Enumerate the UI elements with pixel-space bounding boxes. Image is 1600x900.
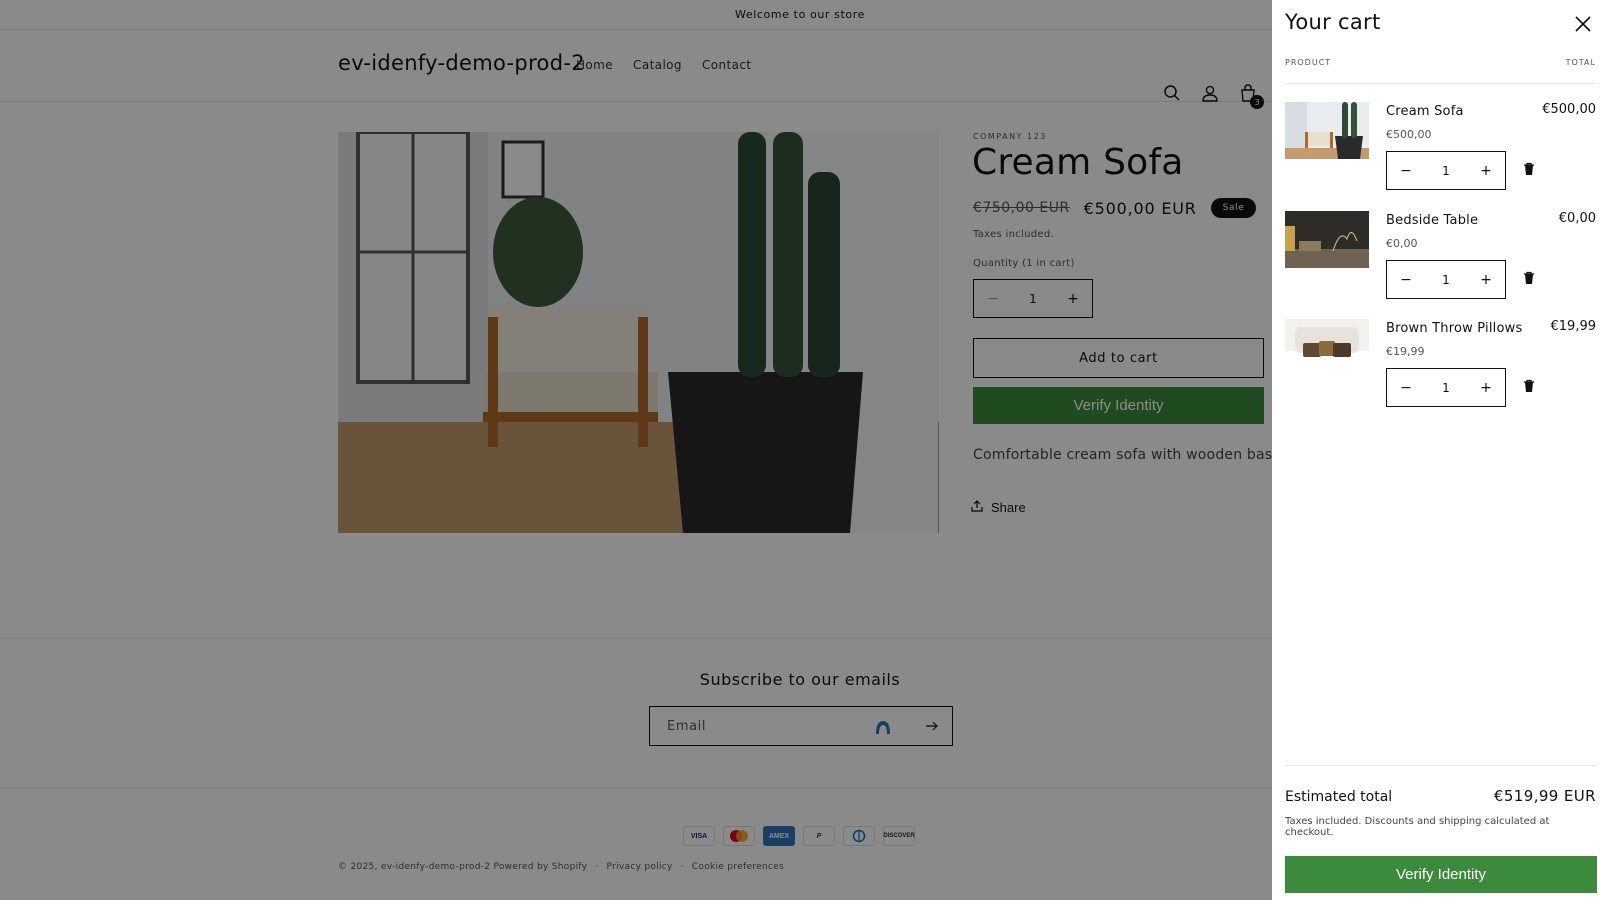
quantity-input[interactable]: 1 [1442, 381, 1450, 395]
cart-item-image[interactable] [1285, 102, 1369, 159]
cart-drawer: Your cart PRODUCT TOTAL Cream Sofa €500,… [1272, 0, 1600, 900]
close-icon[interactable] [1574, 15, 1592, 33]
cart-item-image[interactable] [1285, 319, 1369, 376]
cart-title: Your cart [1285, 10, 1381, 34]
cart-item-total: €0,00 [1558, 211, 1596, 226]
quantity-stepper: − 1 + [1386, 260, 1506, 299]
quantity-input[interactable]: 1 [1442, 273, 1450, 287]
column-total: TOTAL [1565, 58, 1596, 67]
cart-item-name[interactable]: Bedside Table [1386, 213, 1478, 228]
trash-icon[interactable] [1522, 161, 1536, 175]
trash-icon[interactable] [1522, 378, 1536, 392]
estimated-total-label: Estimated total [1285, 789, 1393, 805]
cart-item-price: €0,00 [1386, 237, 1418, 250]
checkout-note: Taxes included. Discounts and shipping c… [1285, 816, 1550, 838]
cart-item-price: €500,00 [1386, 128, 1432, 141]
cart-item-total: €19,99 [1550, 319, 1597, 334]
cart-item-image[interactable] [1285, 211, 1369, 268]
quantity-input[interactable]: 1 [1442, 164, 1450, 178]
minus-icon[interactable]: − [1387, 152, 1425, 189]
drawer-overlay[interactable] [0, 0, 1272, 900]
divider [1285, 765, 1597, 766]
cart-item: Cream Sofa €500,00 €500,00 − 1 + [1272, 102, 1600, 202]
plus-icon[interactable]: + [1467, 152, 1505, 189]
cart-item-total: €500,00 [1542, 102, 1596, 117]
quantity-stepper: − 1 + [1386, 368, 1506, 407]
trash-icon[interactable] [1522, 270, 1536, 284]
minus-icon[interactable]: − [1387, 261, 1425, 298]
plus-icon[interactable]: + [1467, 369, 1505, 406]
cart-item-price: €19,99 [1386, 345, 1425, 358]
cart-item-name[interactable]: Cream Sofa [1386, 104, 1464, 119]
quantity-stepper: − 1 + [1386, 151, 1506, 190]
cart-item-name[interactable]: Brown Throw Pillows [1386, 321, 1522, 336]
cart-item: Brown Throw Pillows €19,99 €19,99 − 1 + [1272, 319, 1600, 419]
divider [1285, 83, 1597, 84]
column-product: PRODUCT [1285, 58, 1332, 67]
plus-icon[interactable]: + [1467, 261, 1505, 298]
minus-icon[interactable]: − [1387, 369, 1425, 406]
estimated-total-value: €519,99 EUR [1493, 787, 1596, 805]
cart-item: Bedside Table €0,00 €0,00 − 1 + [1272, 211, 1600, 311]
cart-verify-identity-button[interactable]: Verify Identity [1285, 856, 1597, 893]
